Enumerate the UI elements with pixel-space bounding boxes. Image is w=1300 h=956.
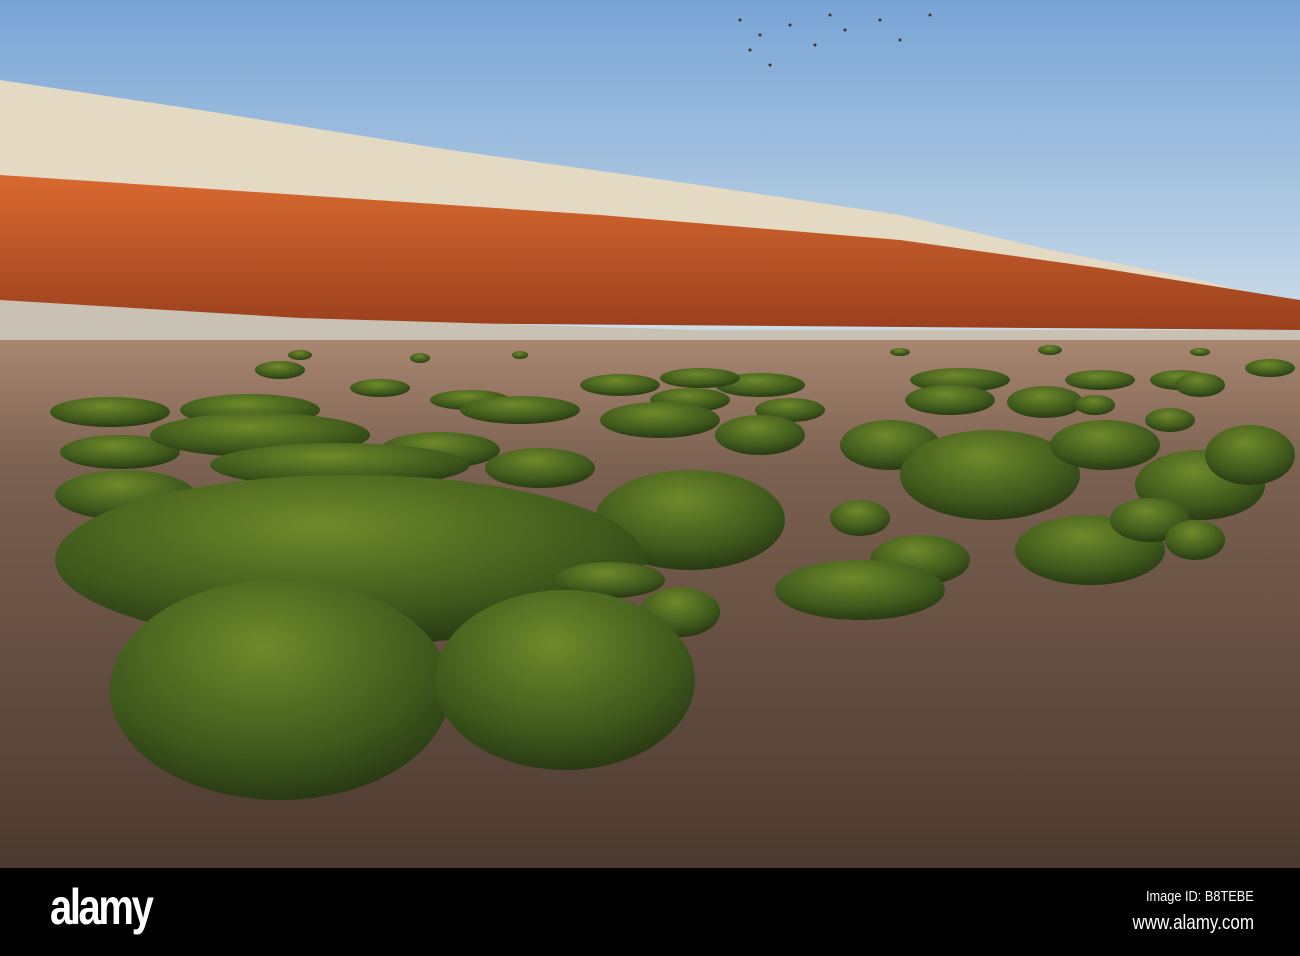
- stock-photo-page: alamy Image ID: B8TEBE www.alamy.com: [0, 0, 1300, 956]
- mossy-boulder: [288, 350, 312, 360]
- mossy-boulder: [1007, 386, 1083, 418]
- mossy-boulder: [410, 353, 430, 363]
- beach-cliff-photo: [0, 0, 1300, 868]
- alamy-logo: alamy: [50, 879, 154, 935]
- mossy-boulder: [905, 385, 995, 415]
- mossy-boulder: [580, 374, 660, 396]
- mossy-boulder: [110, 580, 450, 800]
- mossy-boulder: [485, 448, 595, 488]
- mossy-boulder: [255, 361, 305, 379]
- mossy-boulder: [890, 348, 910, 356]
- mossy-boulder: [1190, 348, 1210, 356]
- mossy-boulder: [830, 500, 890, 536]
- mossy-boulder: [512, 351, 528, 359]
- mossy-boulder: [775, 560, 945, 620]
- mossy-boulder: [50, 397, 170, 427]
- mossy-boulder: [1165, 520, 1225, 560]
- mossy-boulder: [1050, 420, 1160, 470]
- mossy-boulder: [1075, 395, 1115, 415]
- mossy-boulder: [1065, 370, 1135, 390]
- mossy-boulder: [1175, 373, 1225, 397]
- mossy-boulder: [1145, 408, 1195, 432]
- mossy-boulder: [460, 396, 580, 424]
- mossy-boulder: [435, 590, 695, 770]
- mossy-boulder: [1245, 359, 1295, 377]
- mossy-boulder: [1038, 345, 1062, 355]
- mossy-boulder: [660, 368, 740, 388]
- mossy-boulder: [1205, 425, 1295, 485]
- website-url[interactable]: www.alamy.com: [1132, 912, 1254, 935]
- watermark-footer: alamy Image ID: B8TEBE www.alamy.com: [0, 868, 1300, 956]
- mossy-boulder: [715, 415, 805, 455]
- mossy-boulder: [350, 379, 410, 397]
- mossy-boulder: [600, 402, 720, 438]
- image-id: Image ID: B8TEBE: [1146, 888, 1254, 905]
